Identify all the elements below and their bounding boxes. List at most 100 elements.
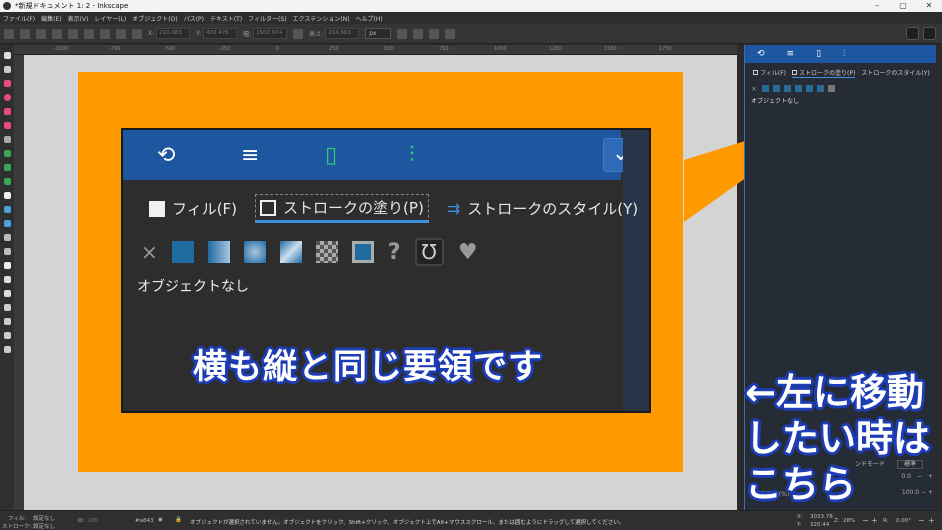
menu-text[interactable]: テキスト(T) (210, 14, 242, 23)
gradient-tool-icon[interactable] (3, 206, 11, 213)
opacity-minus-button[interactable]: − (921, 489, 926, 496)
deselect-icon[interactable] (36, 28, 46, 39)
blur-value[interactable]: 0.0 (901, 473, 911, 480)
distribute-icon[interactable]: ⫶ (409, 143, 459, 168)
opacity-value[interactable]: 100.0 (902, 489, 919, 496)
rotate-ccw-icon[interactable] (52, 28, 62, 39)
unit-select[interactable]: px (365, 28, 392, 39)
opacity-plus-button[interactable]: + (928, 489, 933, 496)
connector-tool-icon[interactable] (3, 304, 11, 311)
eraser-tool-icon[interactable] (3, 290, 11, 297)
snap-menu-icon[interactable] (923, 27, 936, 40)
menu-help[interactable]: ヘルプ(H) (356, 14, 383, 23)
raise-icon[interactable] (116, 28, 126, 39)
select-all-layers-icon[interactable] (20, 28, 30, 39)
align-icon[interactable]: ≡ (241, 143, 291, 168)
linear-gradient-icon[interactable] (207, 241, 230, 263)
measure-tool-icon[interactable] (3, 346, 11, 353)
dock-no-paint-icon[interactable]: × (751, 85, 758, 93)
menu-edit[interactable]: 編集(E) (41, 14, 61, 23)
fill-rule-evenodd-icon[interactable]: Ʊ (414, 238, 444, 266)
paint-bucket-tool-icon[interactable] (3, 248, 11, 255)
flip-h-icon[interactable] (84, 28, 94, 39)
star-tool-icon[interactable] (3, 108, 11, 115)
dock-pattern-icon[interactable] (806, 85, 813, 92)
rotate-cw-icon[interactable] (68, 28, 78, 39)
flat-color-icon[interactable] (171, 241, 194, 263)
pattern-icon[interactable] (315, 241, 338, 263)
unset-paint-icon[interactable]: ? (388, 240, 401, 265)
mesh-tool-icon[interactable] (3, 220, 11, 227)
scale-corners-icon[interactable] (413, 28, 424, 39)
spray-tool-icon[interactable] (3, 276, 11, 283)
rotate-minus-button[interactable]: − (918, 516, 925, 525)
zoom-minus-button[interactable]: − (862, 516, 869, 525)
refresh-icon[interactable]: ⟲ (157, 143, 207, 168)
pages-tool-icon[interactable] (3, 318, 11, 325)
blur-minus-button[interactable]: − (917, 473, 922, 480)
y-input[interactable]: 402.476 (203, 28, 238, 39)
rotate-plus-button[interactable]: + (928, 516, 935, 525)
tab-stroke-paint[interactable]: ストロークの塗り(P) (255, 194, 429, 223)
zoomed-scrollbar[interactable] (623, 130, 649, 411)
transform-pattern-icon[interactable] (445, 28, 456, 39)
ellipse-tool-icon[interactable] (3, 94, 11, 101)
snap-toggle-icon[interactable] (906, 27, 919, 40)
close-button[interactable]: ✕ (916, 0, 942, 12)
radial-gradient-icon[interactable] (243, 241, 266, 263)
menu-filters[interactable]: フィルター(S) (248, 14, 286, 23)
flip-v-icon[interactable] (100, 28, 110, 39)
dock-refresh-icon[interactable]: ⟲ (757, 49, 765, 59)
no-paint-icon[interactable]: × (141, 240, 158, 264)
menu-file[interactable]: ファイル(F) (3, 14, 35, 23)
mesh-gradient-icon[interactable] (279, 241, 302, 263)
tab-fill[interactable]: フィル(F) (145, 196, 241, 221)
dock-linear-icon[interactable] (773, 85, 780, 92)
dock-align-icon[interactable]: ≡ (787, 49, 795, 59)
dock-tab-fill[interactable]: フィル(F) (753, 68, 786, 78)
scale-stroke-icon[interactable] (397, 28, 408, 39)
blur-plus-button[interactable]: + (928, 473, 933, 480)
pencil-tool-icon[interactable] (3, 150, 11, 157)
dock-swatch-icon[interactable] (817, 85, 824, 92)
menu-path[interactable]: パス(P) (184, 14, 204, 23)
dock-flat-icon[interactable] (762, 85, 769, 92)
layer-lock-icon[interactable]: 🔒 (175, 517, 182, 523)
pen-tool-icon[interactable] (3, 164, 11, 171)
dropper-tool-icon[interactable] (3, 234, 11, 241)
dock-document-icon[interactable]: ▯ (816, 49, 821, 59)
swatch-icon[interactable] (351, 241, 374, 263)
menu-view[interactable]: 表示(V) (68, 14, 89, 23)
dock-distribute-icon[interactable]: ⫶ (843, 49, 845, 59)
document-icon[interactable]: ▯ (325, 143, 375, 168)
tab-stroke-style[interactable]: ⇉ ストロークのスタイル(Y) (443, 196, 642, 221)
fill-rule-nonzero-icon[interactable]: ♥ (458, 240, 478, 265)
maximize-button[interactable]: ▢ (890, 0, 916, 12)
zoom-tool-icon[interactable] (3, 332, 11, 339)
text-tool-icon[interactable] (3, 192, 11, 199)
menu-layer[interactable]: レイヤー(L) (94, 14, 126, 23)
status-stroke-value[interactable]: 設定なし (33, 522, 55, 530)
calligraphy-tool-icon[interactable] (3, 178, 11, 185)
rect-tool-icon[interactable] (3, 80, 11, 87)
height-input[interactable]: 214.863 (325, 28, 360, 39)
dock-unset-icon[interactable] (828, 85, 835, 92)
width-input[interactable]: 1502.974 (253, 28, 288, 39)
box3d-tool-icon[interactable] (3, 122, 11, 129)
status-layer[interactable]: #a843 (135, 518, 153, 524)
zoom-plus-button[interactable]: + (871, 516, 878, 525)
select-all-icon[interactable] (4, 28, 14, 39)
dock-tab-stroke-paint[interactable]: ストロークの塗り(P) (792, 68, 856, 78)
layer-visibility-icon[interactable]: ◉ (158, 517, 163, 523)
dock-tab-stroke-style[interactable]: ストロークのスタイル(Y) (861, 68, 929, 78)
dock-radial-icon[interactable] (784, 85, 791, 92)
menu-object[interactable]: オブジェクト(O) (132, 14, 177, 23)
status-fill-value[interactable]: 設定なし (33, 514, 55, 522)
status-opacity-value[interactable]: 100 (88, 518, 99, 524)
rotation-value[interactable]: 0.00° (896, 518, 911, 524)
lock-icon[interactable] (293, 28, 304, 39)
x-input[interactable]: 210.083 (156, 28, 191, 39)
transform-gradient-icon[interactable] (429, 28, 440, 39)
selector-tool-icon[interactable] (3, 52, 11, 59)
tweak-tool-icon[interactable] (3, 262, 11, 269)
